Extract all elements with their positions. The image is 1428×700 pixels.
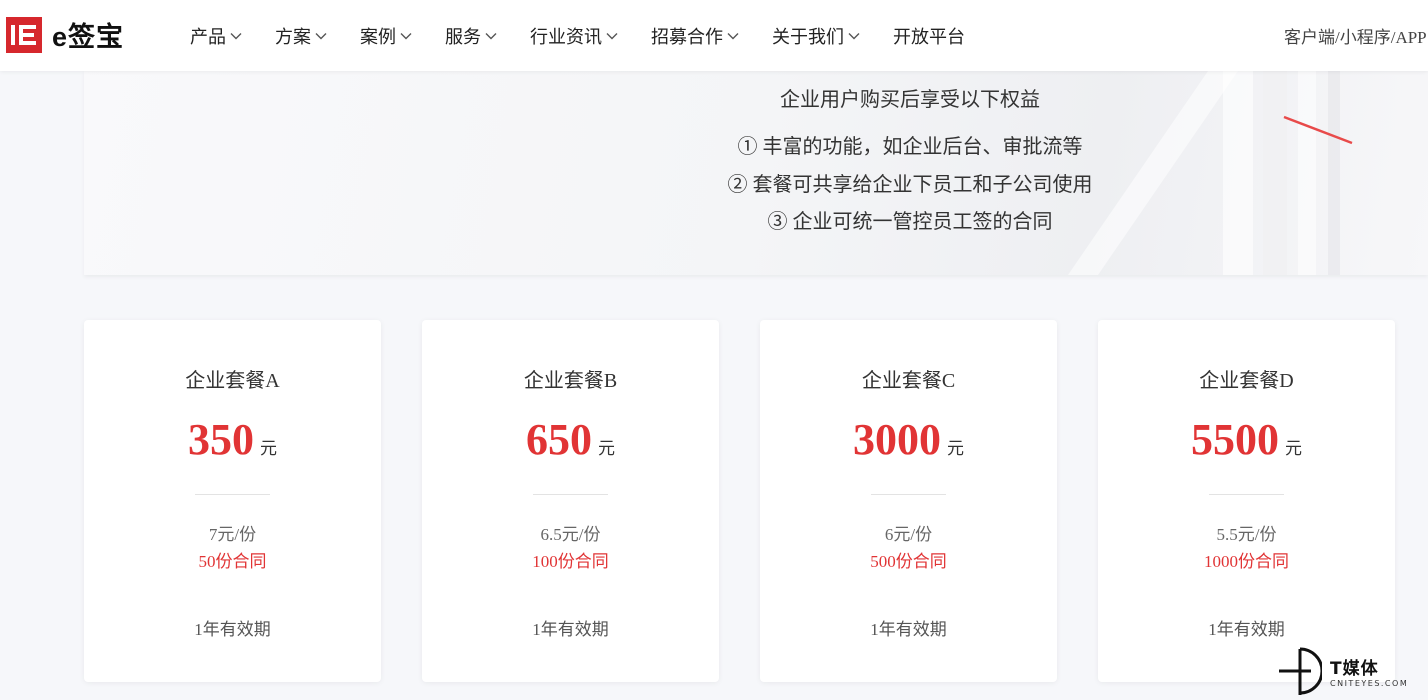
benefit-list: ① 丰富的功能，如企业后台、审批流等 ② 套餐可共享给企业下员工和子公司使用 ③… (84, 129, 1428, 242)
price-per-copy: 6.5元/份 (540, 525, 601, 544)
validity-period: 1年有效期 (532, 620, 609, 639)
chevron-down-icon (230, 32, 242, 39)
plan-name: 企业套餐C (861, 370, 956, 392)
watermark-en: CNITEYES.COM (1330, 678, 1409, 688)
price-per-copy: 5.5元/份 (1216, 525, 1277, 544)
price-unit: 元 (260, 439, 277, 458)
plan-card-b[interactable]: 企业套餐B 650 元 6.5元/份 100份合同 1年有效期 (422, 320, 719, 682)
nav-item-open-platform[interactable]: 开放平台 (893, 23, 965, 49)
chevron-down-icon (848, 32, 860, 39)
chevron-down-icon (727, 32, 739, 39)
contract-count: 500份合同 (870, 552, 947, 571)
logo-text: e签宝 (52, 22, 125, 52)
nav-item-about-us[interactable]: 关于我们 (772, 23, 860, 49)
logo-mark-icon (6, 16, 42, 53)
price-per-copy: 7元/份 (208, 525, 257, 544)
nav-label: 方案 (275, 26, 311, 48)
benefit-item: ② 套餐可共享给企业下员工和子公司使用 (727, 173, 1093, 196)
nav-item-cases[interactable]: 案例 (360, 23, 412, 49)
plan-price-row: 650 元 (422, 418, 719, 462)
nav-label: 服务 (445, 26, 481, 48)
plan-price-row: 5500 元 (1098, 418, 1395, 462)
chevron-down-icon (606, 32, 618, 39)
nav-label: 案例 (360, 26, 396, 48)
divider (1209, 494, 1284, 495)
chevron-down-icon (485, 32, 497, 39)
contract-count: 1000份合同 (1204, 552, 1289, 571)
nav-item-industry-news[interactable]: 行业资讯 (530, 23, 618, 49)
benefits-banner: 企业用户购买后享受以下权益 ① 丰富的功能，如企业后台、审批流等 ② 套餐可共享… (84, 71, 1428, 275)
price-per-copy: 6元/份 (884, 525, 933, 544)
divider (195, 494, 270, 495)
nav-item-solutions[interactable]: 方案 (275, 23, 327, 49)
validity-period: 1年有效期 (870, 620, 947, 639)
plan-cards: 企业套餐A 350 元 7元/份 50份合同 1年有效期 企业套餐B 650 元… (84, 320, 1395, 682)
top-navigation-bar: e签宝 产品 方案 案例 服务 行业资讯 招募合作 关于我们 开放平台 客户端/… (0, 0, 1428, 71)
validity-period: 1年有效期 (1208, 620, 1285, 639)
divider (871, 494, 946, 495)
plan-price-row: 3000 元 (760, 418, 1057, 462)
plan-card-a[interactable]: 企业套餐A 350 元 7元/份 50份合同 1年有效期 (84, 320, 381, 682)
main-menu: 产品 方案 案例 服务 行业资讯 招募合作 关于我们 开放平台 (190, 0, 998, 71)
benefit-item: ① 丰富的功能，如企业后台、审批流等 (737, 136, 1083, 158)
watermark-text: T媒体 CNITEYES.COM (1330, 654, 1408, 688)
validity-period: 1年有效期 (194, 620, 271, 639)
client-app-link[interactable]: 客户端/小程序/APP (1284, 23, 1427, 48)
contract-count: 100份合同 (532, 552, 609, 571)
watermark: T媒体 CNITEYES.COM (1278, 641, 1428, 700)
plan-price: 650 (526, 415, 592, 464)
plan-name: 企业套餐A (185, 370, 280, 392)
esign-logo[interactable]: e签宝 (6, 15, 124, 54)
nav-label: 开放平台 (893, 26, 965, 48)
plan-price: 350 (188, 415, 254, 464)
plan-card-c[interactable]: 企业套餐C 3000 元 6元/份 500份合同 1年有效期 (760, 320, 1057, 682)
benefit-item: ③ 企业可统一管控员工签的合同 (767, 211, 1053, 233)
nav-item-partnership[interactable]: 招募合作 (651, 23, 739, 49)
nav-label: 行业资讯 (530, 26, 602, 48)
plan-price: 5500 (1191, 415, 1279, 464)
plan-name: 企业套餐B (523, 370, 618, 392)
nav-item-services[interactable]: 服务 (445, 23, 497, 49)
price-unit: 元 (947, 439, 964, 458)
divider (533, 494, 608, 495)
contract-count: 50份合同 (198, 552, 267, 571)
nav-label: 产品 (190, 26, 226, 48)
nav-label: 招募合作 (651, 26, 723, 48)
chevron-down-icon (315, 32, 327, 39)
plan-name: 企业套餐D (1199, 370, 1294, 392)
nav-label: 关于我们 (772, 26, 844, 48)
banner-subtitle: 企业用户购买后享受以下权益 (780, 89, 1040, 111)
watermark-cn: T媒体 (1330, 658, 1379, 679)
watermark-logo-icon (1279, 647, 1322, 695)
price-unit: 元 (598, 439, 615, 458)
chevron-down-icon (400, 32, 412, 39)
price-unit: 元 (1285, 439, 1302, 458)
nav-item-products[interactable]: 产品 (190, 23, 242, 49)
plan-card-d[interactable]: 企业套餐D 5500 元 5.5元/份 1000份合同 1年有效期 (1098, 320, 1395, 682)
plan-price: 3000 (853, 415, 941, 464)
plan-price-row: 350 元 (84, 418, 381, 462)
